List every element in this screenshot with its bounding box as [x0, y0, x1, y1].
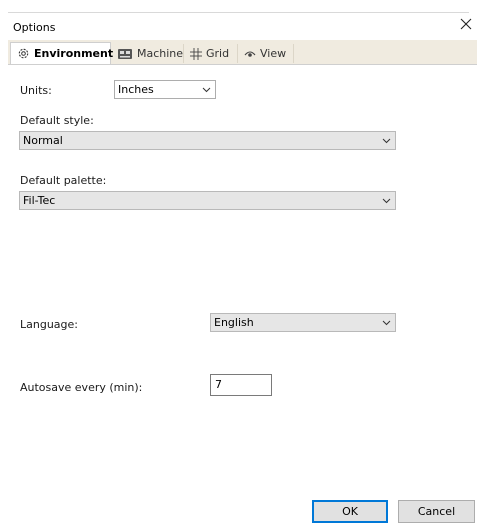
chevron-down-icon: [197, 81, 215, 98]
window-title: Options: [13, 21, 56, 34]
tab-strip: Environment Machine Grid View: [8, 40, 477, 64]
language-value: English: [214, 316, 254, 329]
tab-label: Machine: [137, 47, 184, 60]
machine-icon: [117, 48, 133, 60]
default-style-select[interactable]: Normal: [19, 131, 396, 150]
chevron-down-icon: [377, 192, 395, 209]
chevron-down-icon: [377, 314, 395, 331]
cancel-button[interactable]: Cancel: [398, 500, 475, 523]
eye-icon: [244, 49, 256, 59]
tab-label: Grid: [206, 47, 230, 60]
language-select[interactable]: English: [210, 313, 396, 332]
tab-view[interactable]: View: [238, 44, 294, 63]
tab-machine[interactable]: Machine: [111, 44, 184, 63]
tab-grid[interactable]: Grid: [184, 44, 238, 63]
default-style-label: Default style:: [20, 114, 94, 127]
tab-content-environment: [8, 64, 477, 490]
units-label: Units:: [20, 84, 52, 97]
default-style-value: Normal: [23, 134, 63, 147]
language-label: Language:: [20, 318, 78, 331]
autosave-label: Autosave every (min):: [20, 381, 143, 394]
default-palette-label: Default palette:: [20, 174, 107, 187]
tab-label: Environment: [34, 47, 114, 60]
title-bar: Options: [0, 12, 477, 40]
autosave-input[interactable]: 7: [210, 374, 272, 396]
chevron-down-icon: [377, 132, 395, 149]
close-button[interactable]: [458, 16, 474, 32]
close-icon: [460, 18, 472, 30]
grid-icon: [190, 47, 202, 60]
ok-button[interactable]: OK: [312, 500, 388, 523]
units-select[interactable]: Inches: [114, 80, 216, 99]
default-palette-select[interactable]: Fil-Tec: [19, 191, 396, 210]
units-value: Inches: [118, 83, 154, 96]
tab-label: View: [260, 47, 287, 60]
default-palette-value: Fil-Tec: [23, 194, 56, 207]
tab-environment[interactable]: Environment: [10, 42, 114, 64]
gear-icon: [17, 47, 30, 60]
